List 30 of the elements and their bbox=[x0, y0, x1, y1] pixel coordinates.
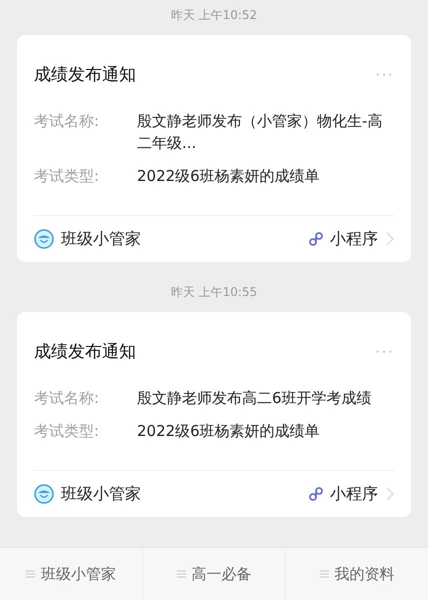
menu-icon bbox=[176, 570, 186, 578]
mini-program-label: 小程序 bbox=[330, 484, 378, 504]
menu-tab[interactable]: 高一必备 bbox=[142, 548, 285, 600]
link-icon bbox=[308, 486, 324, 502]
card-title: 成绩发布通知 bbox=[34, 64, 136, 86]
message-time: 昨天 上午10:55 bbox=[170, 284, 258, 301]
notification-card[interactable]: 成绩发布通知 ··· 考试名称: 殷文静老师发布高二6班开学考成绩 考试类型: 2022级6班杨素妍的成绩单 班级小管家 小程序 bbox=[17, 312, 411, 517]
message-time: 昨天 上午10:52 bbox=[170, 7, 258, 24]
mascot-icon bbox=[34, 229, 54, 249]
chevron-icon bbox=[386, 232, 394, 246]
field-label: 考试名称: bbox=[34, 388, 100, 409]
menu-tab[interactable]: 我的资料 bbox=[285, 548, 428, 600]
link-icon bbox=[308, 231, 324, 247]
source-name: 班级小管家 bbox=[61, 228, 141, 250]
menu-icon bbox=[320, 570, 328, 578]
field-label: 考试名称: bbox=[34, 111, 100, 132]
source-name: 班级小管家 bbox=[61, 484, 141, 504]
field-label: 考试类型: bbox=[34, 421, 100, 442]
menu-tab[interactable]: 班级小管家 bbox=[0, 548, 142, 600]
mini-program-label: 小程序 bbox=[330, 228, 378, 250]
field-value: 2022级6班杨素妍的成绩单 bbox=[137, 166, 321, 187]
notification-card[interactable]: 成绩发布通知 ··· 考试名称: 殷文静老师发布（小管家）物化生-高二年级... 考试类型: 2022级6班杨素妍的成绩单 班级小管家 小程序 bbox=[17, 35, 411, 262]
menu-icon bbox=[26, 570, 35, 578]
field-label: 考试类型: bbox=[34, 166, 100, 187]
field-value: 2022级6班杨素妍的成绩单 bbox=[137, 421, 321, 442]
field-value: 殷文静老师发布高二6班开学考成绩 bbox=[137, 388, 373, 409]
card-title: 成绩发布通知 bbox=[34, 341, 136, 363]
field-value: 殷文静老师发布（小管家）物化生-高二年级... bbox=[137, 111, 383, 154]
mascot-icon bbox=[34, 484, 54, 504]
chevron-icon bbox=[386, 487, 394, 501]
